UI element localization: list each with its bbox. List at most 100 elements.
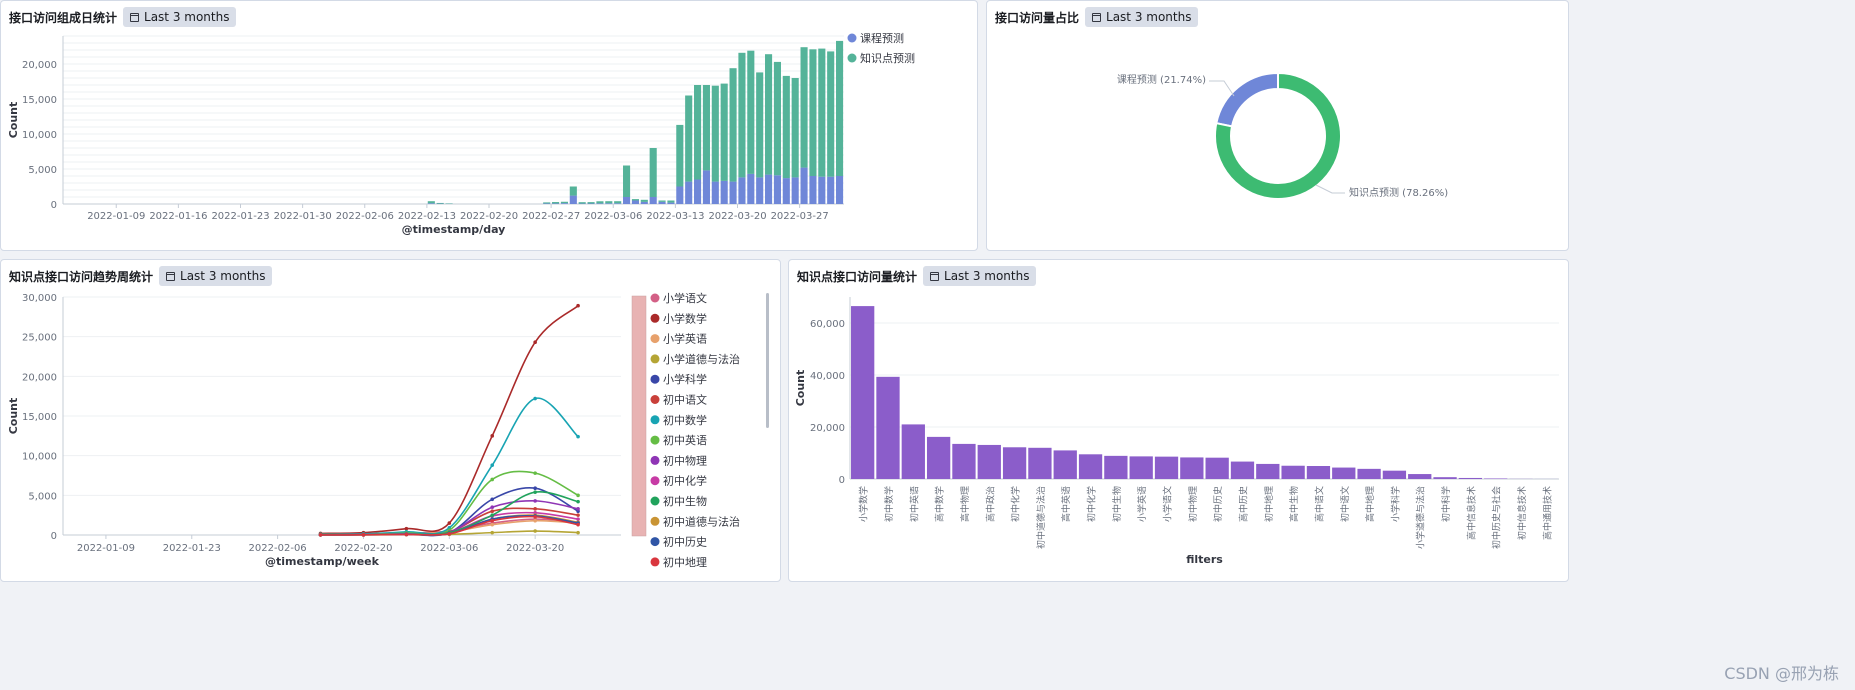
bar-course xyxy=(427,203,435,204)
y-tick-label: 10,000 xyxy=(22,452,57,463)
x-tick-label: 小学道德与法治 xyxy=(1415,486,1427,549)
legend-dot xyxy=(650,334,660,344)
label-leader xyxy=(1315,184,1345,194)
y-tick-label: 40,000 xyxy=(810,371,845,382)
x-tick-label: 2022-01-23 xyxy=(211,211,269,222)
y-tick-label: 0 xyxy=(51,200,57,211)
x-tick-label: 小学英语 xyxy=(1136,486,1148,522)
bar-course xyxy=(756,177,764,204)
data-point xyxy=(576,513,580,517)
data-point xyxy=(533,396,537,401)
data-point xyxy=(490,509,495,513)
x-tick-label: 高中数学 xyxy=(934,486,946,522)
x-tick-label: 高中物理 xyxy=(959,486,971,522)
bar xyxy=(1028,447,1052,479)
data-point xyxy=(576,530,580,535)
bar xyxy=(1002,447,1027,479)
data-point xyxy=(533,490,537,494)
bar-course xyxy=(658,201,666,204)
bar-knowledge xyxy=(773,61,781,176)
knowledge-volume-panel: 知识点接口访问量统计 Last 3 months 0 20,000 40,000 60… xyxy=(788,259,1569,582)
bar xyxy=(876,376,900,479)
x-tick-label: 2022-02-27 xyxy=(522,211,580,222)
x-tick-label: 2022-02-06 xyxy=(336,211,394,222)
legend-dot xyxy=(650,293,660,303)
data-point xyxy=(576,434,580,439)
bar-course xyxy=(631,200,639,204)
data-point xyxy=(533,471,537,475)
bar xyxy=(926,436,951,479)
legend-label: 初中道德与法治 xyxy=(663,514,740,528)
bar-course xyxy=(702,170,710,204)
legend-dot xyxy=(650,354,660,364)
bar-knowledge xyxy=(658,200,666,202)
series-line xyxy=(320,305,579,535)
bar-knowledge xyxy=(818,48,826,177)
bar xyxy=(1357,468,1381,479)
y-tick-label: 20,000 xyxy=(22,372,57,383)
bar-course xyxy=(791,177,799,204)
y-axis-title: Count xyxy=(7,398,20,435)
legend-dot xyxy=(650,313,660,323)
bar-knowledge xyxy=(694,85,702,180)
x-tick-label: 初中历史与社会 xyxy=(1491,486,1503,549)
bar-knowledge xyxy=(436,202,444,204)
bar-course xyxy=(738,177,746,204)
legend-label: 初中物理 xyxy=(663,453,707,467)
x-tick-label: 初中道德与法治 xyxy=(1035,486,1047,549)
legend-label: 小学数学 xyxy=(663,311,707,325)
legend-label: 知识点预测 xyxy=(860,51,915,65)
x-tick-label: 2022-03-06 xyxy=(584,211,642,222)
bar-course xyxy=(676,186,684,204)
bar-course xyxy=(809,176,817,204)
bar-knowledge xyxy=(640,199,648,202)
bar-knowledge xyxy=(747,50,755,174)
data-point xyxy=(533,499,537,503)
x-tick-label: 初中英语 xyxy=(908,486,920,522)
bar-course xyxy=(614,203,622,204)
legend-dot xyxy=(650,415,660,425)
watermark: CSDN @邢为栋 xyxy=(1724,664,1839,683)
y-tick-label: 5,000 xyxy=(28,165,57,176)
bar xyxy=(901,424,925,479)
daily-stacked-bar-chart: 0 5,000 10,000 15,000 20,000 2022-01-09 2022-0… xyxy=(7,32,915,236)
bar-course xyxy=(711,181,719,204)
bar-course xyxy=(836,176,844,204)
bar-course xyxy=(694,179,702,204)
x-tick-label: 初中历史 xyxy=(1212,486,1224,522)
bar-course xyxy=(552,203,560,204)
data-point xyxy=(533,529,537,533)
bar-course xyxy=(640,201,648,204)
x-tick-label: 2022-03-27 xyxy=(771,211,829,222)
bar-course xyxy=(782,178,790,204)
bar-course xyxy=(720,180,728,204)
y-tick-label: 60,000 xyxy=(810,319,845,330)
bar-knowledge xyxy=(720,83,728,181)
bar xyxy=(1458,477,1483,479)
bar-course xyxy=(596,203,604,204)
bar-knowledge xyxy=(765,54,773,175)
x-tick-label: 高中信息技术 xyxy=(1465,486,1477,540)
x-tick-label: 2022-02-20 xyxy=(460,211,518,222)
x-tick-label: 初中化学 xyxy=(1010,486,1022,522)
series-line xyxy=(320,470,579,536)
bar-course xyxy=(818,176,826,204)
bar-course xyxy=(569,195,577,204)
data-point xyxy=(361,533,366,537)
bar-course xyxy=(667,202,675,204)
bar-knowledge xyxy=(667,200,675,203)
legend-label: 初中生物 xyxy=(663,494,707,508)
x-tick-label: 初中科学 xyxy=(1440,486,1452,522)
bar-course xyxy=(765,174,773,204)
bar-knowledge xyxy=(791,78,799,178)
x-tick-label: 小学语文 xyxy=(1162,486,1174,522)
bar xyxy=(952,443,976,479)
x-tick-label: 高中通用技术 xyxy=(1541,486,1553,540)
pie-slice xyxy=(1215,71,1279,128)
daily-composition-panel: 接口访问组成日统计 Last 3 months 0 5,000 10,000 15,0… xyxy=(0,0,978,251)
bar-knowledge xyxy=(809,49,817,176)
weekly-trend-panel: 知识点接口访问趋势周统计 Last 3 months 0 5,000 10,000 1… xyxy=(0,259,781,582)
x-tick-label: 2022-03-20 xyxy=(506,543,564,554)
data-point xyxy=(404,526,409,531)
x-tick-label: 小学数学 xyxy=(858,486,870,522)
